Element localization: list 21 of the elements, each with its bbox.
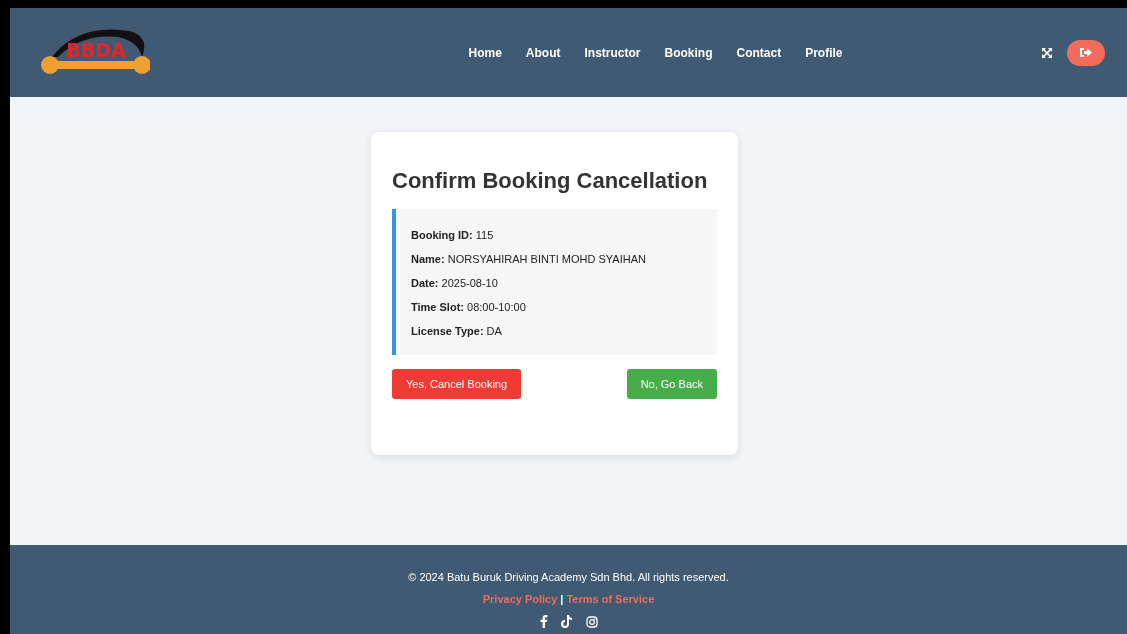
detail-text: Time Slot: 08:00-10:00 [411, 301, 527, 314]
separator-text: | [560, 593, 564, 605]
detail-text: Name: NORSYAHIRAH BINTI MOHD SYAIHAN [411, 253, 647, 266]
nav-link[interactable]: Booking [664, 45, 713, 60]
nav-link[interactable]: Contact [736, 45, 782, 60]
copyright-text: © 2024 Batu Buruk Driving Academy Sdn Bhd. All rights reserved. [408, 571, 729, 583]
card-title: Confirm Booking Cancellation [392, 168, 709, 194]
tiktok-icon[interactable] [560, 615, 573, 628]
logout-button[interactable] [1067, 39, 1105, 66]
nav-link[interactable]: Profile [805, 45, 843, 60]
facebook-icon[interactable] [539, 615, 548, 628]
nav-link[interactable]: About [525, 45, 561, 60]
detail-text: Date: 2025-08-10 [411, 277, 499, 290]
nav-link[interactable]: Instructor [584, 45, 641, 60]
logout-icon [1080, 47, 1092, 58]
nav-link[interactable]: Home [468, 45, 502, 60]
detail-text: Booking ID: 115 [411, 229, 495, 242]
expand-icon[interactable] [1041, 46, 1053, 59]
detail-text: License Type: DA [411, 325, 503, 338]
instagram-icon[interactable] [585, 615, 598, 628]
cancel-booking-button[interactable]: Yes, Cancel Booking [392, 369, 522, 399]
